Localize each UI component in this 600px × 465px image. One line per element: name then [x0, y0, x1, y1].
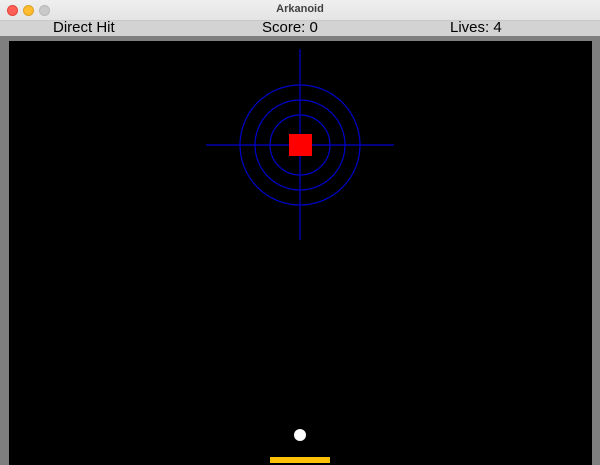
ball — [294, 429, 306, 441]
title-bar: Arkanoid — [0, 0, 600, 21]
hud-bar: Direct Hit Score: 0 Lives: 4 — [0, 19, 600, 36]
score-display: Score: 0 — [262, 19, 318, 36]
level-name: Direct Hit — [53, 19, 115, 36]
window-title: Arkanoid — [276, 3, 324, 15]
game-window: Arkanoid Direct Hit Score: 0 Lives: 4 — [0, 0, 600, 465]
paddle[interactable] — [270, 457, 330, 463]
playfield-canvas — [206, 49, 394, 463]
target-block — [289, 134, 312, 156]
lives-display: Lives: 4 — [450, 19, 502, 36]
playfield[interactable] — [9, 41, 592, 465]
